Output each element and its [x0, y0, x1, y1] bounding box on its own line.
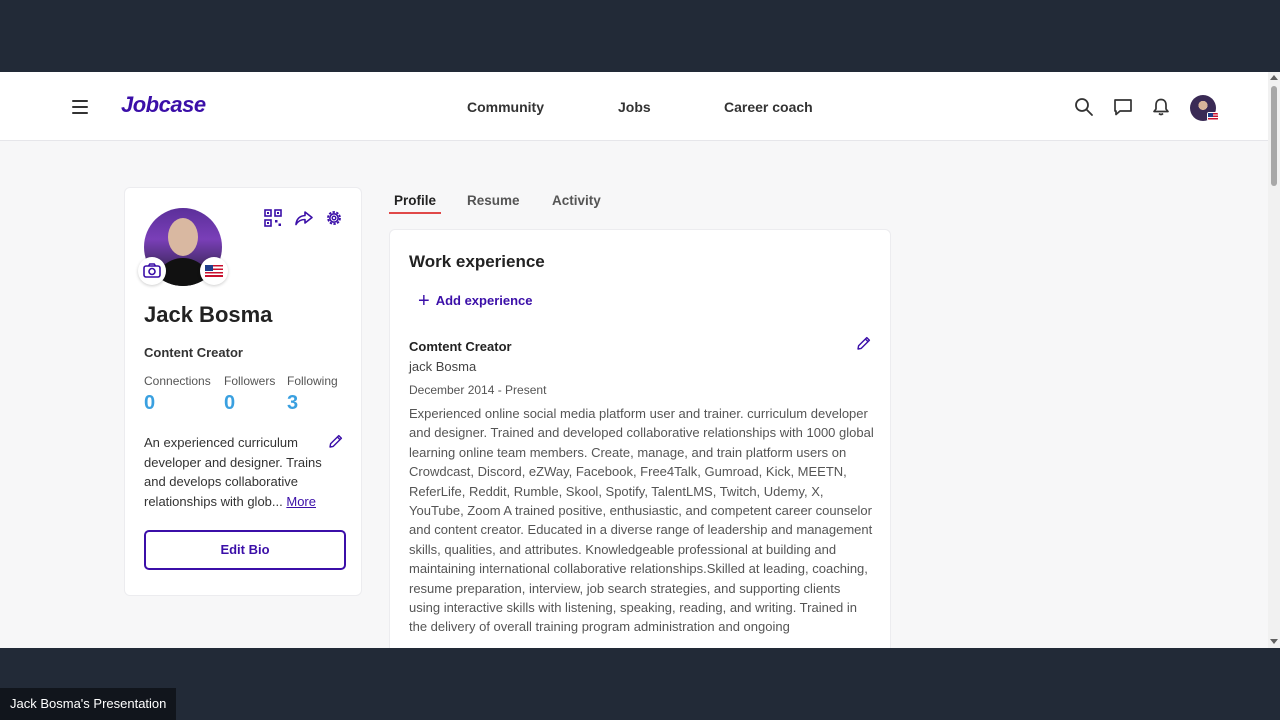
profile-bio: An experienced curriculum developer and … [144, 433, 334, 511]
pencil-icon[interactable] [856, 335, 872, 351]
camera-icon[interactable] [138, 257, 166, 285]
scroll-thumb[interactable] [1271, 86, 1277, 186]
followers-count[interactable]: 0 [224, 392, 235, 415]
work-experience-card: Work experience + Add experience Comtent … [389, 229, 891, 648]
following-label: Following [287, 374, 338, 388]
nav-career-coach[interactable]: Career coach [724, 99, 813, 115]
following-count[interactable]: 3 [287, 392, 298, 415]
profile-headline: Content Creator [144, 345, 243, 360]
browser-viewport: Jobcase Community Jobs Career coach Jack… [0, 72, 1280, 648]
presenter-label: Jack Bosma's Presentation [0, 688, 177, 720]
nav-jobs[interactable]: Jobs [618, 99, 651, 115]
job-company: jack Bosma [409, 359, 477, 374]
page-scrollbar[interactable] [1268, 72, 1280, 648]
top-navigation-bar: Jobcase Community Jobs Career coach [0, 72, 1268, 141]
share-icon[interactable] [294, 208, 314, 228]
scroll-down-arrow-icon[interactable] [1270, 639, 1278, 644]
profile-card: Jack Bosma Content Creator Connections F… [124, 187, 362, 596]
edit-bio-button[interactable]: Edit Bio [144, 530, 346, 570]
add-experience-label: Add experience [435, 293, 533, 308]
bio-more-link[interactable]: More [286, 494, 316, 509]
profile-name: Jack Bosma [144, 302, 273, 327]
tab-profile[interactable]: Profile [394, 193, 436, 208]
job-description: Experienced online social media platform… [409, 406, 874, 635]
bell-icon[interactable] [1151, 97, 1171, 117]
work-experience-title: Work experience [409, 252, 545, 271]
nav-community[interactable]: Community [467, 99, 544, 115]
us-flag-icon [1207, 112, 1219, 121]
connections-label: Connections [144, 374, 211, 388]
us-flag-icon [200, 257, 228, 285]
qr-code-icon[interactable] [263, 208, 283, 228]
add-experience-button[interactable]: + Add experience [418, 290, 533, 312]
chat-icon[interactable] [1113, 97, 1133, 117]
hamburger-icon[interactable] [72, 100, 88, 114]
job-title: Comtent Creator [409, 339, 512, 354]
tab-activity[interactable]: Activity [552, 193, 601, 208]
job-dates: December 2014 - Present [409, 383, 547, 397]
search-icon[interactable] [1074, 97, 1094, 117]
jobcase-logo[interactable]: Jobcase [121, 92, 206, 118]
active-tab-indicator [389, 212, 441, 214]
connections-count[interactable]: 0 [144, 392, 155, 415]
scroll-up-arrow-icon[interactable] [1270, 75, 1278, 80]
followers-label: Followers [224, 374, 276, 388]
gear-icon[interactable] [324, 208, 344, 228]
plus-icon: + [418, 290, 430, 312]
tab-resume[interactable]: Resume [467, 193, 520, 208]
pencil-icon[interactable] [328, 433, 344, 449]
